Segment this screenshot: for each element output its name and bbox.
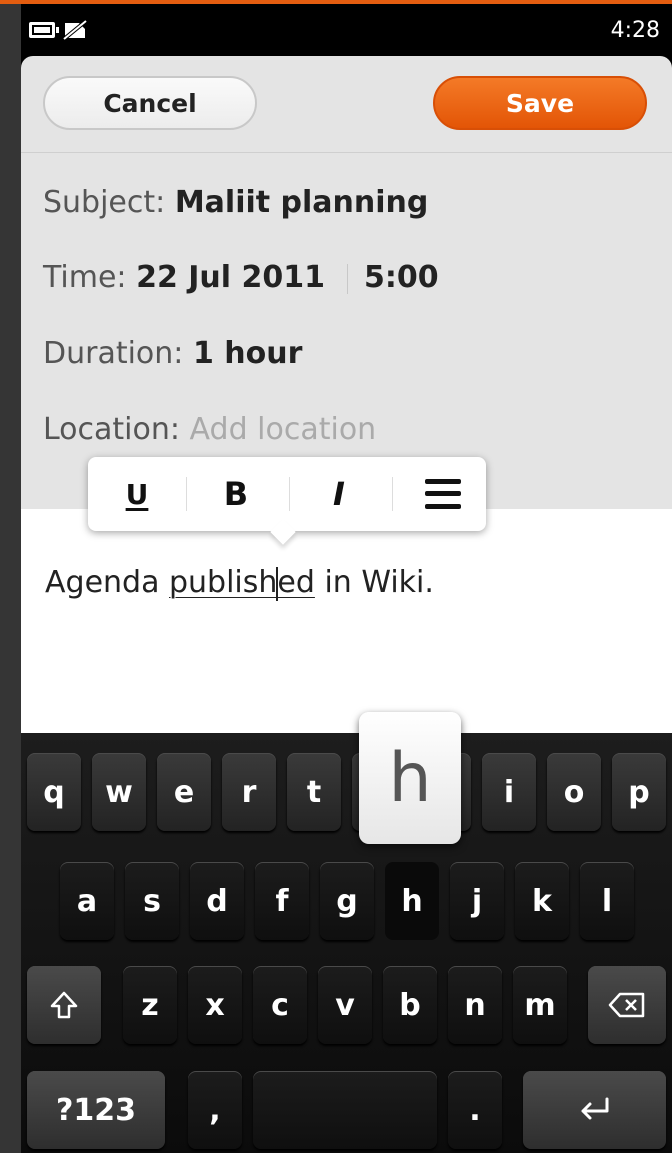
phone-screen: 4:28 Cancel Save Subject: Maliit plannin… <box>21 4 672 1153</box>
key-o[interactable]: o <box>547 753 601 831</box>
time-field: Time: 22 Jul 2011 5:00 <box>43 260 439 295</box>
align-button[interactable] <box>408 457 478 531</box>
symbols-key[interactable]: ?123 <box>27 1071 165 1149</box>
event-form: Cancel Save Subject: Maliit planning Tim… <box>21 56 672 509</box>
toolbar-divider <box>289 477 290 511</box>
backspace-icon <box>608 992 645 1018</box>
duration-value: 1 hour <box>192 336 303 371</box>
device-frame: 4:28 Cancel Save Subject: Maliit plannin… <box>0 0 672 1153</box>
note-text-area[interactable]: Agenda published in Wiki. <box>21 509 672 733</box>
status-clock: 4:28 <box>610 18 660 43</box>
underline-button[interactable]: U <box>102 457 172 531</box>
key-n[interactable]: n <box>448 966 502 1044</box>
battery-icon <box>29 22 59 38</box>
backspace-key[interactable] <box>588 966 666 1044</box>
header-divider <box>21 152 672 153</box>
bold-button[interactable]: B <box>201 457 271 531</box>
key-g[interactable]: g <box>320 862 374 940</box>
key-p[interactable]: p <box>612 753 666 831</box>
toolbar-divider <box>186 477 187 511</box>
enter-key[interactable] <box>523 1071 666 1149</box>
status-bar: 4:28 <box>21 4 672 56</box>
selected-word-after-caret: ed <box>277 565 315 600</box>
time-label: Time: <box>43 260 127 295</box>
key-q[interactable]: q <box>27 753 81 831</box>
virtual-keyboard: q w e r t y u i o p a s d f g h j k l z … <box>21 733 672 1153</box>
key-w[interactable]: w <box>92 753 146 831</box>
key-b[interactable]: b <box>383 966 437 1044</box>
note-text-before: Agenda <box>45 565 169 600</box>
format-toolbar: U B I <box>88 457 486 531</box>
key-e[interactable]: e <box>157 753 211 831</box>
key-i[interactable]: i <box>482 753 536 831</box>
comma-key[interactable]: , <box>188 1071 242 1149</box>
clock-value[interactable]: 5:00 <box>364 260 439 295</box>
align-justify-icon <box>425 479 461 509</box>
key-d[interactable]: d <box>190 862 244 940</box>
key-l[interactable]: l <box>580 862 634 940</box>
location-placeholder: Add location <box>189 412 377 447</box>
key-t[interactable]: t <box>287 753 341 831</box>
duration-label: Duration: <box>43 336 184 371</box>
location-field[interactable]: Location: Add location <box>43 412 376 447</box>
subject-field[interactable]: Subject: Maliit planning <box>43 185 428 220</box>
key-m[interactable]: m <box>513 966 567 1044</box>
save-button[interactable]: Save <box>433 76 647 130</box>
cancel-button[interactable]: Cancel <box>43 76 257 130</box>
time-separator <box>347 263 349 294</box>
period-key[interactable]: . <box>448 1071 502 1149</box>
shift-icon <box>50 991 78 1019</box>
duration-field[interactable]: Duration: 1 hour <box>43 336 302 371</box>
key-v[interactable]: v <box>318 966 372 1044</box>
selected-word-before-caret: publish <box>169 565 278 600</box>
selected-word: published <box>169 565 315 601</box>
subject-value: Maliit planning <box>174 185 429 220</box>
key-h[interactable]: h <box>385 862 439 940</box>
date-value[interactable]: 22 Jul 2011 <box>136 260 325 295</box>
key-x[interactable]: x <box>188 966 242 1044</box>
key-magnifier-popup: h <box>359 712 461 844</box>
no-sim-icon <box>63 20 87 40</box>
key-k[interactable]: k <box>515 862 569 940</box>
toolbar-divider <box>392 477 393 511</box>
enter-icon <box>581 1097 608 1120</box>
key-s[interactable]: s <box>125 862 179 940</box>
key-a[interactable]: a <box>60 862 114 940</box>
note-text-after: in Wiki. <box>314 565 434 600</box>
key-f[interactable]: f <box>255 862 309 940</box>
space-key[interactable] <box>253 1071 437 1149</box>
shift-key[interactable] <box>27 966 101 1044</box>
key-r[interactable]: r <box>222 753 276 831</box>
italic-button[interactable]: I <box>304 457 374 531</box>
key-c[interactable]: c <box>253 966 307 1044</box>
key-z[interactable]: z <box>123 966 177 1044</box>
location-label: Location: <box>43 412 180 447</box>
key-j[interactable]: j <box>450 862 504 940</box>
subject-label: Subject: <box>43 185 166 220</box>
note-text: Agenda published in Wiki. <box>45 565 434 601</box>
